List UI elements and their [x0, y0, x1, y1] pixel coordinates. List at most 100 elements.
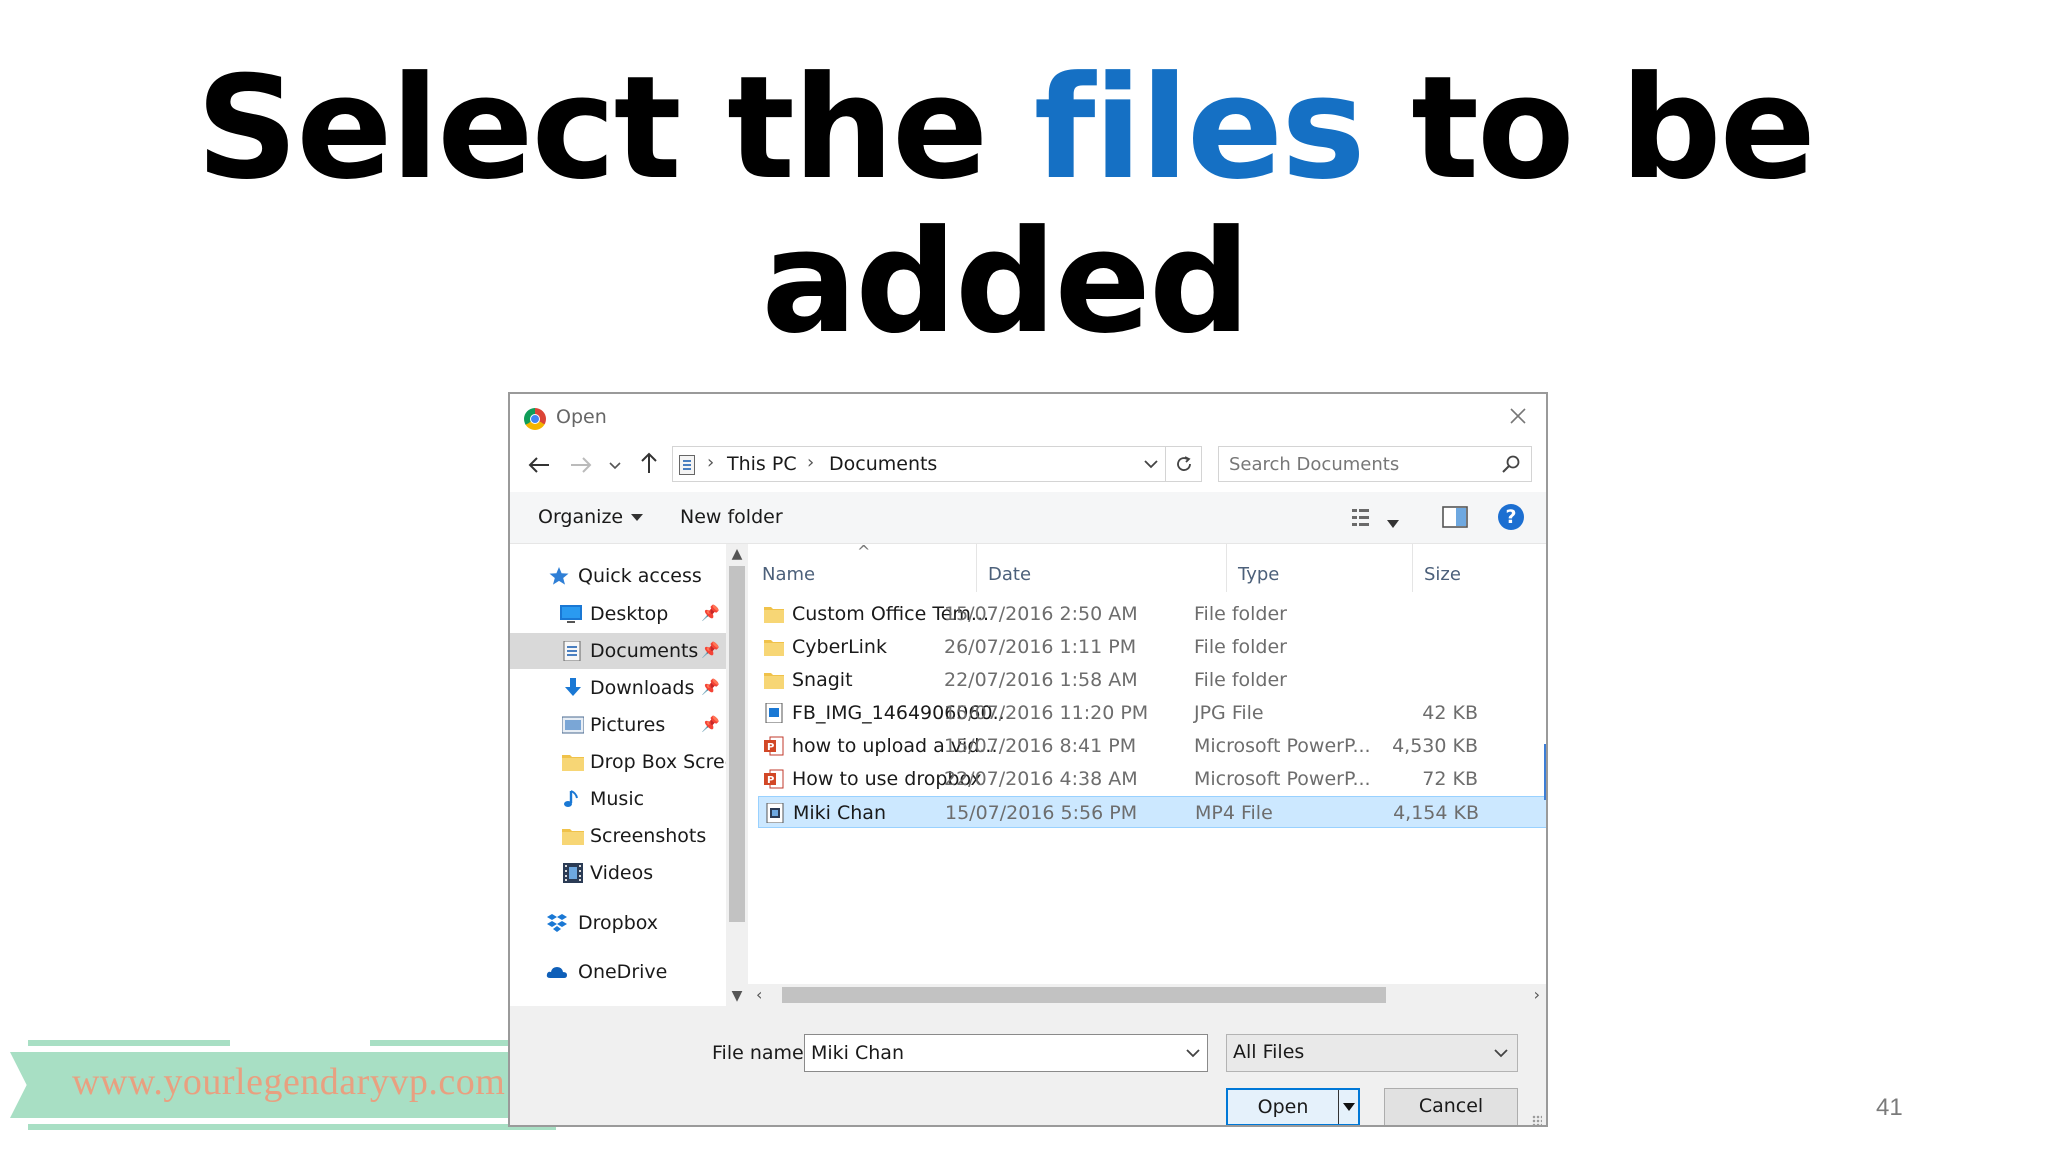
organize-button[interactable]: Organize [538, 506, 644, 528]
navigation-row: › This PC › Documents [510, 442, 1546, 492]
nav-label: Pictures [590, 714, 666, 736]
resize-grip-icon[interactable] [1532, 1115, 1542, 1125]
open-button-label: Open [1257, 1096, 1309, 1118]
file-row[interactable]: Custom Office Tem... 15/07/2016 2:50 AM … [758, 598, 1546, 630]
file-row[interactable]: FB_IMG_1464906060... 15/07/2016 11:20 PM… [758, 697, 1546, 729]
refresh-icon [1176, 456, 1191, 471]
file-row[interactable]: P how to upload a vid... 15/07/2016 8:41… [758, 730, 1546, 762]
file-type: MP4 File [1195, 802, 1273, 824]
file-name-input[interactable] [811, 1041, 1151, 1065]
file-date: 15/07/2016 8:41 PM [944, 735, 1137, 757]
file-type-select[interactable]: All Files [1226, 1034, 1518, 1072]
preview-pane-button[interactable] [1442, 506, 1468, 533]
file-date: 26/07/2016 1:11 PM [944, 636, 1137, 658]
navigation-pane: Quick access Desktop 📌 Documents 📌 Downl… [510, 544, 748, 1006]
file-type-dropdown-button[interactable] [1493, 1042, 1509, 1069]
nav-item-videos[interactable]: Videos [510, 855, 726, 891]
address-bar[interactable]: › This PC › Documents [672, 446, 1166, 482]
title-text-end: to be [1363, 46, 1816, 211]
forward-button[interactable] [566, 450, 596, 482]
pin-icon: 📌 [701, 715, 720, 733]
back-button[interactable] [524, 450, 554, 482]
scrollbar-thumb[interactable] [782, 987, 1386, 1003]
nav-item-quick-access[interactable]: Quick access [510, 558, 726, 594]
preview-pane-icon [1442, 506, 1468, 528]
scroll-left-icon[interactable]: ‹ [756, 984, 762, 1006]
powerpoint-icon: P [764, 736, 784, 756]
folder-icon [764, 673, 784, 689]
nav-label: Desktop [590, 603, 669, 625]
search-box[interactable] [1218, 446, 1532, 482]
nav-item-onedrive[interactable]: OneDrive [510, 954, 726, 990]
nav-label: Quick access [578, 565, 702, 587]
nav-item-screenshots[interactable]: Screenshots [510, 818, 726, 854]
breadcrumb-documents[interactable]: Documents [829, 453, 937, 475]
address-dropdown-button[interactable] [1143, 451, 1159, 482]
search-input[interactable] [1229, 451, 1489, 477]
file-name-combobox[interactable] [804, 1034, 1208, 1072]
title-line-1: Select the files to be [0, 52, 2010, 206]
nav-item-pictures[interactable]: Pictures 📌 [510, 707, 726, 743]
column-divider[interactable] [1412, 544, 1413, 592]
chevron-down-icon [1186, 1049, 1200, 1058]
column-header-size[interactable]: Size [1424, 564, 1461, 585]
selection-edge-indicator [1544, 744, 1546, 800]
file-name: Miki Chan [793, 802, 886, 824]
nav-label: Videos [590, 862, 654, 884]
scrollbar-thumb[interactable] [729, 566, 745, 922]
scroll-right-icon[interactable]: › [1534, 984, 1540, 1006]
pin-icon: 📌 [701, 604, 720, 622]
view-options-button[interactable] [1386, 512, 1400, 534]
folder-icon [764, 607, 784, 623]
nav-pane-scrollbar[interactable]: ▲ ▼ [726, 544, 748, 1006]
scroll-up-icon[interactable]: ▲ [726, 546, 748, 562]
download-arrow-icon [565, 678, 581, 696]
column-header-type[interactable]: Type [1238, 564, 1279, 585]
file-row[interactable]: P How to use dropbox 22/07/2016 4:38 AM … [758, 763, 1546, 795]
new-folder-button[interactable]: New folder [680, 506, 783, 528]
file-type: JPG File [1194, 702, 1264, 724]
question-mark-icon: ? [1505, 506, 1517, 528]
watermark-text: www.yourlegendaryvp.com [72, 1061, 506, 1103]
dialog-title: Open [556, 406, 607, 428]
open-options-dropdown-icon[interactable] [1338, 1090, 1358, 1124]
help-button[interactable]: ? [1498, 504, 1524, 530]
nav-item-drop-box-screen[interactable]: Drop Box Screen [510, 744, 748, 780]
file-row-selected[interactable]: Miki Chan 15/07/2016 5:56 PM MP4 File 4,… [758, 796, 1546, 828]
change-view-button[interactable] [1352, 508, 1378, 533]
command-bar: Organize New folder ? [510, 492, 1546, 544]
nav-item-dropbox[interactable]: Dropbox [510, 905, 726, 941]
nav-item-documents[interactable]: Documents 📌 [510, 633, 726, 669]
chevron-down-icon [1144, 460, 1158, 469]
refresh-button[interactable] [1166, 446, 1202, 482]
nav-item-downloads[interactable]: Downloads 📌 [510, 670, 726, 706]
powerpoint-icon: P [764, 769, 784, 789]
nav-item-desktop[interactable]: Desktop 📌 [510, 596, 726, 632]
slide-title: Select the files to be added [0, 52, 2010, 360]
open-button[interactable]: Open [1226, 1088, 1360, 1125]
close-button[interactable] [1500, 398, 1536, 434]
up-button[interactable] [634, 450, 664, 482]
cancel-button[interactable]: Cancel [1384, 1088, 1518, 1125]
back-arrow-icon [528, 457, 549, 473]
documents-icon [563, 641, 581, 661]
column-divider[interactable] [976, 544, 977, 592]
file-row[interactable]: CyberLink 26/07/2016 1:11 PM File folder [758, 631, 1546, 663]
file-list-horizontal-scrollbar[interactable]: ‹ › [748, 984, 1546, 1006]
chevron-down-icon [609, 462, 621, 470]
recent-locations-button[interactable] [604, 450, 626, 482]
column-divider[interactable] [1226, 544, 1227, 592]
column-header-name[interactable]: Name [762, 564, 815, 585]
breadcrumb-this-pc[interactable]: This PC [727, 453, 797, 475]
scroll-down-icon[interactable]: ▼ [726, 988, 748, 1004]
file-name: Snagit [792, 669, 853, 691]
close-icon [1510, 408, 1526, 424]
file-row[interactable]: Snagit 22/07/2016 1:58 AM File folder [758, 664, 1546, 696]
breadcrumb-separator-icon: › [807, 452, 815, 473]
nav-item-music[interactable]: Music [510, 781, 726, 817]
svg-text:P: P [767, 775, 774, 786]
column-header-date[interactable]: Date [988, 564, 1031, 585]
file-name-dropdown-button[interactable] [1185, 1042, 1201, 1069]
nav-label: Drop Box Screen [590, 751, 749, 773]
search-icon [1502, 455, 1520, 473]
